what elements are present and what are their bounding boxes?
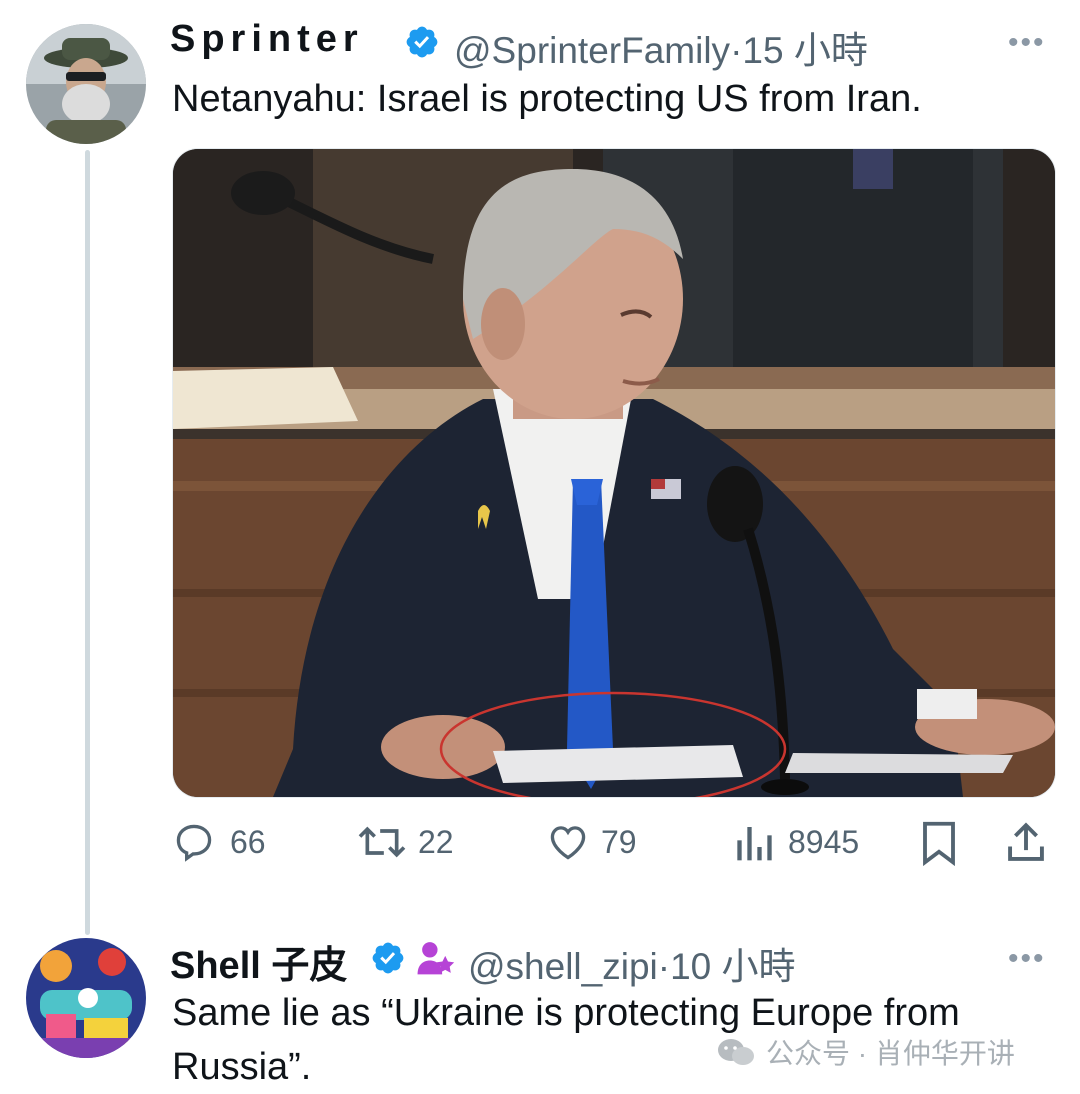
bookmark-button[interactable] <box>918 820 960 871</box>
views-button[interactable]: 8945 <box>734 820 859 864</box>
subscription-person-icon <box>416 940 456 978</box>
tweet-text: Netanyahu: Israel is protecting US from … <box>172 78 922 120</box>
reply-button[interactable]: 66 <box>172 820 266 864</box>
avatar-sprinter-image <box>26 24 146 144</box>
retweet-count: 22 <box>418 823 454 860</box>
reply-icon <box>176 824 212 862</box>
author-name[interactable]: Shell 子皮 <box>170 934 347 989</box>
author-handle[interactable]: @shell_zipi·10 小時 <box>468 936 796 990</box>
verified-badge-icon <box>404 24 440 60</box>
handle-text: @SprinterFamily <box>454 30 731 71</box>
tweet-timestamp[interactable]: ·10 小時 <box>658 946 796 987</box>
heart-icon <box>550 826 586 860</box>
share-button[interactable] <box>1004 820 1048 871</box>
handle-text: @shell_zipi <box>468 946 658 987</box>
watermark: 公众号 · 肖仲华开讲 <box>716 1032 1015 1072</box>
avatar-shell-image <box>26 938 146 1058</box>
more-options-icon[interactable]: ••• <box>1008 942 1046 976</box>
bookmark-icon <box>923 821 955 867</box>
more-options-icon[interactable]: ••• <box>1008 26 1046 60</box>
retweet-button[interactable]: 22 <box>356 820 454 864</box>
retweet-icon <box>358 826 406 858</box>
avatar[interactable] <box>26 938 146 1058</box>
like-count: 79 <box>601 823 637 860</box>
share-icon <box>1008 822 1044 861</box>
netanyahu-speech-photo <box>173 149 1055 797</box>
tweet-timestamp[interactable]: ·15 小時 <box>730 30 868 71</box>
like-button[interactable]: 79 <box>545 820 637 864</box>
reply-count: 66 <box>230 823 266 860</box>
views-count: 8945 <box>788 823 860 860</box>
author-name[interactable]: Sprinter <box>170 18 364 61</box>
watermark-text: 公众号 · 肖仲华开讲 <box>766 1038 1015 1069</box>
avatar[interactable] <box>26 24 146 144</box>
thread-connector-line <box>85 150 90 935</box>
author-handle[interactable]: @SprinterFamily·15 小時 <box>454 20 868 74</box>
wechat-icon <box>718 1039 754 1065</box>
views-chart-icon <box>737 827 772 861</box>
tweet-media-image[interactable] <box>172 148 1056 798</box>
verified-badge-icon <box>370 940 406 976</box>
